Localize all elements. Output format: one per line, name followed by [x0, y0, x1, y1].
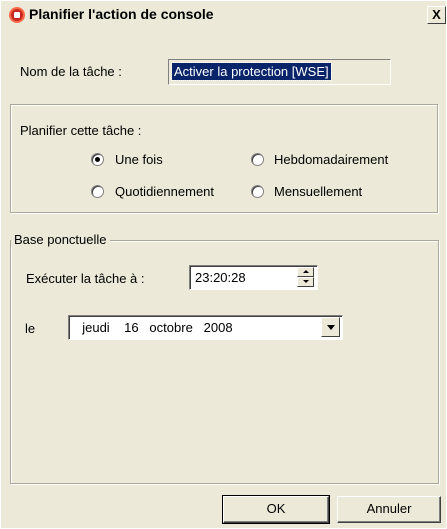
date-picker[interactable]: jeudi 16 octobre 2008 — [68, 315, 343, 340]
schedule-group-label: Planifier cette tâche : — [20, 123, 142, 138]
task-name-value: Activer la protection [WSE] — [171, 62, 332, 81]
close-icon[interactable]: X — [427, 6, 446, 24]
run-time-field[interactable]: 23:20:28 — [189, 265, 318, 290]
radio-monthly-label[interactable]: Mensuellement — [274, 184, 362, 199]
time-spin-up-button[interactable] — [297, 267, 314, 277]
radio-weekly-label[interactable]: Hebdomadairement — [274, 152, 388, 167]
title-bar[interactable]: Planifier l'action de console X — [3, 3, 446, 27]
run-time-label: Exécuter la tâche à : — [26, 271, 145, 286]
date-label: le — [25, 321, 36, 336]
ok-button[interactable]: OK — [222, 495, 330, 524]
date-dropdown-button[interactable] — [321, 317, 340, 337]
radio-once[interactable] — [91, 153, 104, 166]
radio-daily[interactable] — [91, 185, 104, 198]
task-name-label: Nom de la tâche : — [20, 64, 122, 79]
console-app-icon — [9, 7, 25, 23]
chevron-down-icon — [303, 280, 309, 283]
chevron-down-icon — [327, 325, 335, 330]
schedule-console-action-dialog: Planifier l'action de console X Nom de l… — [0, 0, 447, 529]
dialog-title: Planifier l'action de console — [29, 6, 214, 22]
radio-daily-label[interactable]: Quotidiennement — [115, 184, 214, 199]
radio-monthly[interactable] — [251, 185, 264, 198]
time-spin-down-button[interactable] — [297, 277, 314, 287]
run-time-value: 23:20:28 — [195, 270, 246, 285]
task-name-field[interactable]: Activer la protection [WSE] — [168, 59, 391, 85]
radio-weekly[interactable] — [251, 153, 264, 166]
cancel-button[interactable]: Annuler — [337, 496, 441, 523]
radio-once-label[interactable]: Une fois — [115, 152, 163, 167]
chevron-up-icon — [303, 270, 309, 273]
one-time-base-legend: Base ponctuelle — [11, 232, 110, 247]
date-value: jeudi 16 octobre 2008 — [75, 320, 233, 335]
